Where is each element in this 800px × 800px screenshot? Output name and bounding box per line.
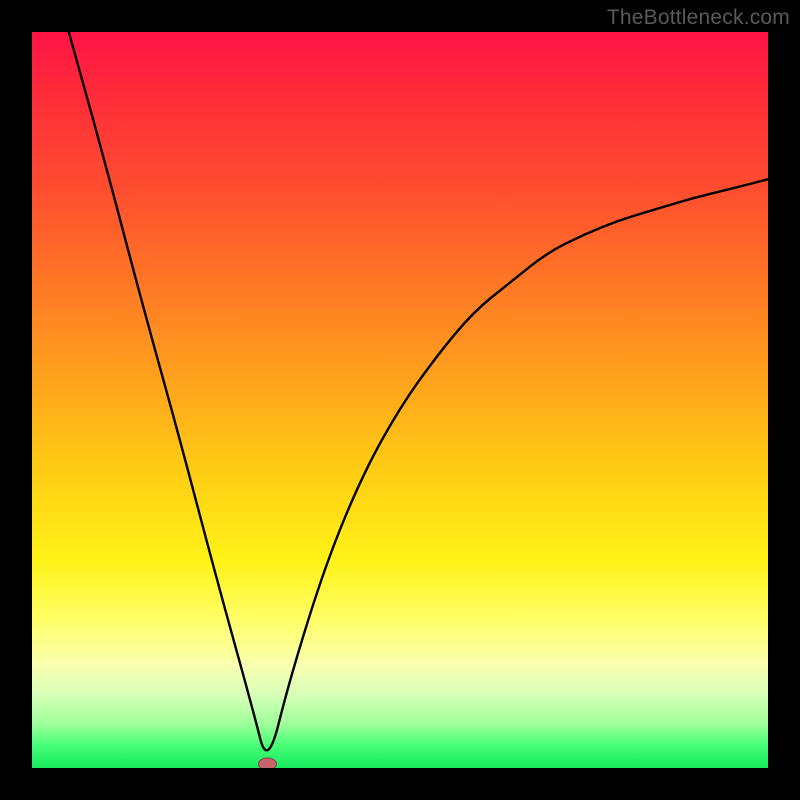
- minimum-marker: [259, 758, 277, 768]
- curve-path: [69, 32, 768, 750]
- bottleneck-curve: [32, 32, 768, 768]
- plot-area: [32, 32, 768, 768]
- chart-frame: TheBottleneck.com: [0, 0, 800, 800]
- watermark-text: TheBottleneck.com: [607, 6, 790, 30]
